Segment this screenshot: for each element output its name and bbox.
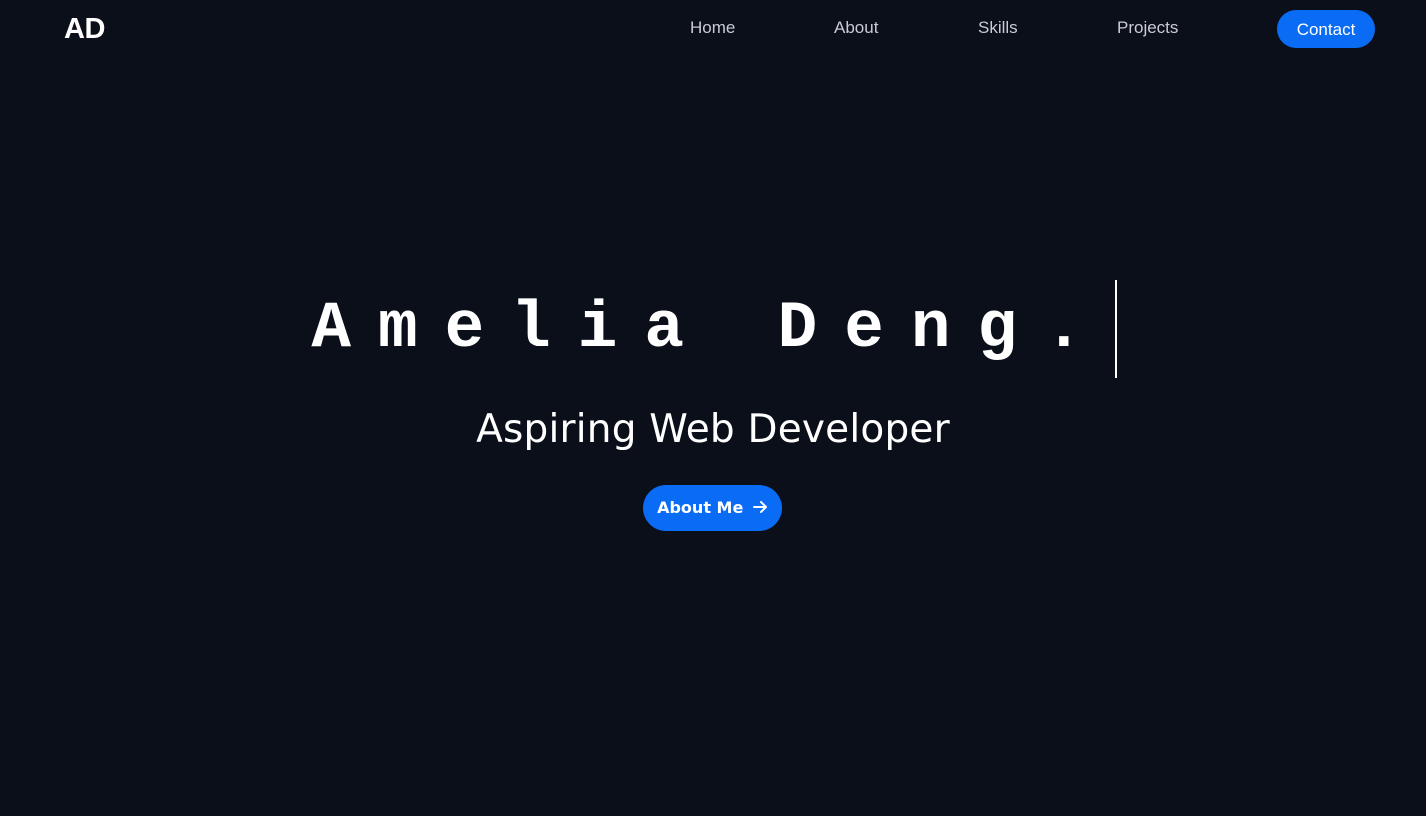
hero-subtitle: Aspiring Web Developer	[476, 407, 950, 452]
arrow-right-icon	[752, 501, 767, 513]
about-me-label: About Me	[657, 498, 744, 517]
nav-link-about[interactable]: About	[834, 18, 878, 38]
contact-button[interactable]: Contact	[1277, 10, 1375, 48]
hero-name-container: Amelia Deng.	[0, 280, 1426, 378]
nav-link-home[interactable]: Home	[690, 18, 735, 38]
typing-cursor	[1115, 280, 1117, 378]
nav-link-skills[interactable]: Skills	[978, 18, 1018, 38]
nav-link-projects[interactable]: Projects	[1117, 18, 1178, 38]
navbar: AD Home About Skills Projects Contact	[0, 0, 1426, 58]
hero-name: Amelia Deng.	[311, 291, 1111, 366]
logo[interactable]: AD	[64, 12, 105, 46]
about-me-button[interactable]: About Me	[643, 485, 782, 531]
